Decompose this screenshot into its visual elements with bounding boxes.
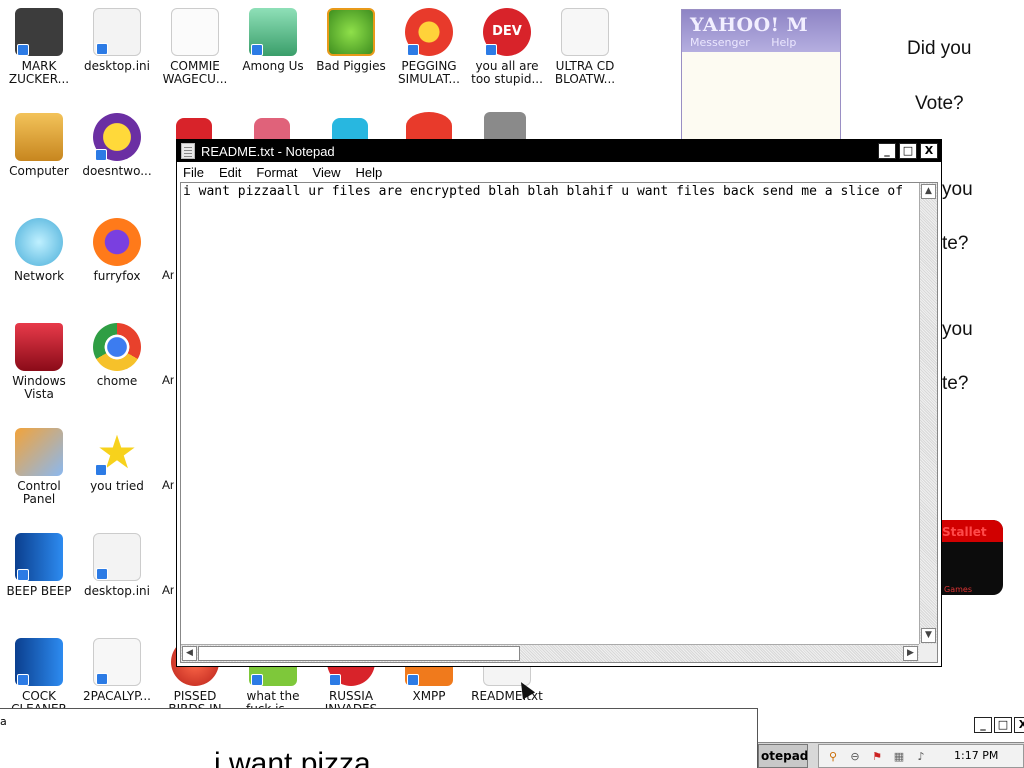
chrome-icon [93,323,141,371]
recycle-bin-icon [15,323,63,371]
desktop-icon[interactable]: chome [78,323,156,388]
notepad-icon [181,143,195,159]
taskbar-notepad-button[interactable]: otepad [758,744,808,768]
desktop-icon[interactable]: MARK ZUCKER... [0,8,78,86]
scroll-up-icon[interactable]: ▲ [921,184,936,199]
yahoo-title-bar[interactable]: YAHOO! M Messenger Help [682,10,840,52]
obscured-icon [254,118,290,140]
text-area[interactable]: i want pizzaall ur files are encrypted b… [180,182,938,663]
side-text: te? [942,233,969,254]
taskbar: otepad ⚲ ⊖ ⚑ ▦ ♪ 1:17 PM [758,742,1024,768]
vertical-scrollbar[interactable]: ▲ ▼ [919,183,937,644]
desktop-icon[interactable]: doesntwo... [78,113,156,178]
partial-icon-label: Ar [162,268,174,282]
settings-file-icon [93,533,141,581]
desktop-icon[interactable]: DEV you all are too stupid... [468,8,546,86]
partial-icon-label: Ar [162,373,174,387]
minimize-button[interactable]: _ [878,143,896,159]
dev-cpp-icon: DEV [483,8,531,56]
menu-bar: File Edit Format View Help [177,162,941,182]
close-button[interactable]: X [1014,717,1024,733]
menu-edit[interactable]: Edit [219,165,241,180]
document-icon [561,8,609,56]
settings-file-icon [93,8,141,56]
menu-view[interactable]: View [313,165,341,180]
menu-help[interactable]: Help [355,165,382,180]
desktop-icon[interactable]: Bad Piggies [312,8,390,73]
computer-icon [15,113,63,161]
scroll-down-icon[interactable]: ▼ [921,628,936,643]
obscured-icon [406,112,452,140]
mark-zuckerberg-icon [15,8,63,56]
scroll-left-icon[interactable]: ◀ [182,646,197,661]
window-controls: _ □ X [760,712,1024,742]
desktop-icon[interactable]: Computer [0,113,78,178]
security-icon[interactable]: ⚑ [869,749,885,765]
side-text: you [942,319,973,340]
side-text: Did you [907,38,972,59]
among-us-icon [249,8,297,56]
desktop-icon[interactable]: Network [0,218,78,283]
volume-icon[interactable]: ♪ [913,749,929,765]
desktop-icon[interactable]: PEGGING SIMULAT... [390,8,468,86]
yahoo-messenger-icon [93,113,141,161]
desktop-icon[interactable]: furryfox [78,218,156,283]
desktop-icon[interactable]: COCK CLEANER [0,638,78,716]
game-ad-subtitle: Games [944,585,972,594]
maximize-button[interactable]: □ [899,143,917,159]
obscured-icon [176,118,212,140]
resize-grip-icon[interactable] [919,644,937,662]
side-text: te? [942,373,969,394]
system-tray: ⚲ ⊖ ⚑ ▦ ♪ 1:17 PM [818,744,1024,768]
side-text: you [942,179,973,200]
game-ad-title: Stallet [942,525,987,539]
close-button[interactable]: X [920,143,938,159]
search-icon[interactable]: ⚲ [825,749,841,765]
scroll-right-icon[interactable]: ▶ [903,646,918,661]
bottom-browser-window[interactable]: a i want pizza [0,708,758,768]
obscured-icon [332,118,368,140]
yahoo-messenger-window[interactable]: YAHOO! M Messenger Help [681,9,841,141]
blue-book-icon [15,638,63,686]
p-logo-icon [405,8,453,56]
notepad-title-bar[interactable]: README.txt - Notepad _ □ X [177,140,941,162]
side-text: Vote? [915,93,964,114]
document-icon [171,8,219,56]
control-panel-icon [15,428,63,476]
network-icon[interactable]: ⊖ [847,749,863,765]
desktop-icon[interactable]: desktop.ini [78,8,156,73]
clock[interactable]: 1:17 PM [954,749,998,762]
desktop-icon[interactable]: ULTRA CD BLOATW... [546,8,624,86]
network-globe-icon [15,218,63,266]
maximize-button[interactable]: □ [994,717,1012,733]
horizontal-scrollbar[interactable]: ◀ ▶ [181,644,919,662]
device-icon[interactable]: ▦ [891,749,907,765]
desktop-icon[interactable]: Windows Vista [0,323,78,401]
yahoo-menu-messenger[interactable]: Messenger [690,36,750,49]
page-heading: i want pizza [214,747,371,768]
desktop-icon[interactable]: ★ you tried [78,428,156,493]
desktop-icon[interactable]: BEEP BEEP [0,533,78,598]
firefox-icon [93,218,141,266]
desktop-icon[interactable]: desktop.ini [78,533,156,598]
yahoo-menu-help[interactable]: Help [771,36,796,49]
yahoo-logo: YAHOO! M [690,14,809,36]
blue-book-icon [15,533,63,581]
desktop-icon[interactable]: COMMIE WAGECU... [156,8,234,86]
minimize-button[interactable]: _ [974,717,992,733]
desktop-icon[interactable]: Among Us [234,8,312,73]
partial-text: a [0,715,7,728]
scroll-thumb[interactable] [198,646,520,661]
notepad-window[interactable]: README.txt - Notepad _ □ X File Edit For… [176,139,942,667]
window-title: README.txt - Notepad [201,143,335,159]
bad-piggies-icon [327,8,375,56]
obscured-icon [484,112,526,140]
menu-format[interactable]: Format [256,165,297,180]
desktop-icon[interactable]: 2PACALYP... [78,638,156,703]
document-icon [93,638,141,686]
document-text[interactable]: i want pizzaall ur files are encrypted b… [183,184,917,202]
desktop-icon[interactable]: Control Panel [0,428,78,506]
star-icon: ★ [95,425,138,479]
menu-file[interactable]: File [183,165,204,180]
